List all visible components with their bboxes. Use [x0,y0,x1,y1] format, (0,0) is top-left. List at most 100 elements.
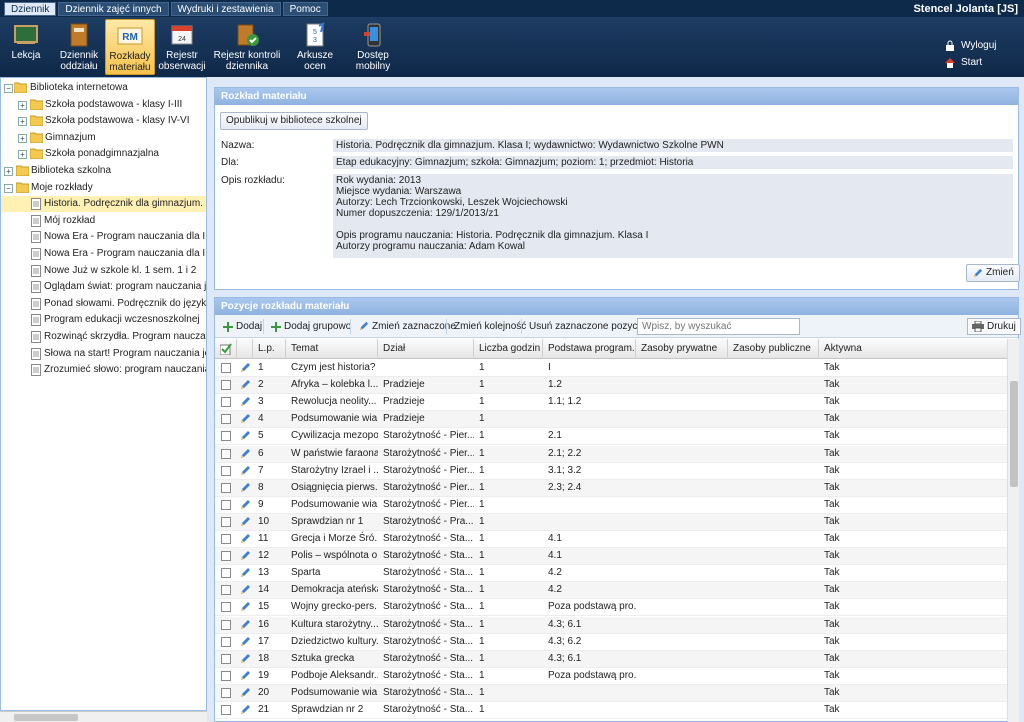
row-checkbox[interactable] [221,619,231,630]
menu-tab-dziennik-zajec-innych[interactable]: Dziennik zajęć innych [58,2,169,16]
expand-toggle[interactable]: − [4,183,13,193]
toolbar-lekcja-button[interactable]: Lekcja [4,19,48,75]
row-checkbox[interactable] [221,516,231,527]
row-checkbox[interactable] [221,670,231,681]
table-row[interactable]: 18 Sztuka grecka Starożytność - Sta... 1 4.3… [215,650,1007,668]
column-header-zasoby-publiczne[interactable]: Zasoby publiczne [728,339,819,359]
add-group-button[interactable]: Dodaj grupowo [266,318,356,335]
scrollbar-thumb[interactable] [1010,381,1018,487]
table-row[interactable]: 15 Wojny grecko-pers... Starożytność - Sta… [215,599,1007,617]
table-row[interactable]: 10 Sprawdzian nr 1 Starożytność - Pra... 1 T… [215,513,1007,531]
tree-doc-item[interactable]: Mój rozkład [1,213,206,229]
table-row[interactable]: 4 Podsumowanie wia... Pradzieje 1 Tak [215,411,1007,429]
edit-selected-button[interactable]: Zmień zaznaczone [353,318,461,335]
table-row[interactable]: 14 Demokracja ateńska Starożytność - Sta..… [215,582,1007,600]
menu-tab-dziennik[interactable]: Dziennik [4,2,57,16]
row-checkbox[interactable] [221,602,231,613]
edit-row-icon[interactable] [239,533,251,545]
column-header-liczba-godzin[interactable]: Liczba godzin [474,339,543,359]
edit-row-icon[interactable] [239,362,251,374]
row-checkbox[interactable] [221,687,231,698]
column-header-temat[interactable]: Temat [286,339,378,359]
grid-vertical-scrollbar[interactable] [1007,339,1019,722]
table-row[interactable]: 19 Podboje Aleksandr... Starożytność - Sta… [215,668,1007,685]
expand-toggle[interactable]: + [4,167,13,176]
tree-doc-item[interactable]: Oglądam świat: program nauczania języka [1,279,206,295]
table-row[interactable]: 12 Polis – wspólnota o... Starożytność - S… [215,548,1007,566]
column-header-zasoby-prywatne[interactable]: Zasoby prywatne [636,339,728,359]
row-checkbox[interactable] [221,363,231,373]
row-checkbox[interactable] [221,431,231,442]
tree-horizontal-scrollbar[interactable] [0,711,207,722]
row-checkbox[interactable] [221,414,231,425]
tree-doc-item[interactable]: Nowa Era - Program nauczania dla I etapu [1,229,206,245]
tree-doc-item[interactable]: Program edukacji wczesnoszkolnej [1,312,206,328]
tree-folder-item[interactable]: + Biblioteka szkolna [1,163,206,179]
toolbar-dziennik-oddzialu-button[interactable]: Dziennik oddziału [56,19,102,75]
tree-folder-item[interactable]: + Szkoła ponadgimnazjalna [1,146,206,162]
search-input[interactable] [637,318,800,335]
row-checkbox[interactable] [221,397,231,408]
edit-row-icon[interactable] [239,448,251,460]
expand-toggle[interactable]: + [18,117,27,127]
edit-row-icon[interactable] [239,550,251,562]
expand-toggle[interactable]: − [4,84,13,93]
panel-splitter[interactable] [207,77,213,711]
table-row[interactable]: 17 Dziedzictwo kultury... Starożytność - S… [215,634,1007,651]
toolbar-rozklady-button[interactable]: RM Rozkłady materiału [105,19,155,75]
table-row[interactable]: 16 Kultura starożytny... Starożytność - St… [215,616,1007,634]
edit-row-icon[interactable] [239,482,251,494]
edit-row-icon[interactable] [239,704,251,716]
tree-doc-item[interactable]: Historia. Podręcznik dla gimnazjum. Klas… [1,196,206,213]
edit-row-icon[interactable] [239,687,251,699]
column-header-podstawa[interactable]: Podstawa program... [543,339,636,359]
edit-row-icon[interactable] [239,516,251,528]
row-checkbox[interactable] [221,380,231,391]
column-header-lp[interactable]: L.p. [253,339,286,359]
edit-row-icon[interactable] [239,567,251,579]
edit-row-icon[interactable] [239,670,251,682]
row-checkbox[interactable] [221,448,231,459]
edit-row-icon[interactable] [239,653,251,665]
row-checkbox[interactable] [221,568,231,579]
delete-selected-button[interactable]: Usuń zaznaczone pozycje [524,318,650,335]
expand-toggle[interactable]: + [18,100,27,110]
tree-doc-item[interactable]: Rozwinąć skrzydła. Program nauczania jęz… [1,329,206,345]
table-row[interactable]: 2 Afryka – kolebka l... Pradzieje 1 1.2 Tak [215,377,1007,395]
row-checkbox[interactable] [221,653,231,664]
tree-folder-item[interactable]: − Moje rozkłady [1,180,206,196]
tree-doc-item[interactable]: Ponad słowami. Podręcznik do języka pols… [1,296,206,312]
edit-row-icon[interactable] [239,619,251,631]
reorder-button[interactable]: Zmień kolejność [449,318,531,335]
scrollbar-thumb[interactable] [14,714,78,721]
table-row[interactable]: 7 Starożytny Izrael i ... Starożytność - P… [215,463,1007,480]
table-row[interactable]: 1 Czym jest historia? 1 I Tak [215,360,1007,377]
table-row[interactable]: 21 Sprawdzian nr 2 Starożytność - Sta... 1 T… [215,702,1007,719]
row-checkbox[interactable] [221,705,231,715]
row-checkbox[interactable] [221,482,231,493]
edit-row-icon[interactable] [239,601,251,613]
edit-row-icon[interactable] [239,396,251,408]
tree-doc-item[interactable]: Nowa Era - Program nauczania dla I etapu [1,246,206,262]
edit-row-icon[interactable] [239,430,251,442]
table-row[interactable]: 9 Podsumowanie wia... Starożytność - Pier.… [215,497,1007,514]
table-row[interactable]: 6 W państwie faraona Starożytność - Pier..… [215,445,1007,463]
add-button[interactable]: Dodaj [218,318,267,335]
tree-folder-item[interactable]: − Biblioteka internetowa [1,80,206,96]
edit-row-icon[interactable] [239,636,251,648]
column-header-dzial[interactable]: Dział [378,339,474,359]
tree-doc-item[interactable]: Zrozumieć słowo: program nauczania język… [1,362,206,378]
start-link[interactable]: Start [944,54,996,71]
publish-button[interactable]: Opublikuj w bibliotece szkolnej [220,112,368,130]
row-checkbox[interactable] [221,534,231,544]
tree-folder-item[interactable]: + Szkoła podstawowa - klasy IV-VI [1,113,206,129]
row-checkbox[interactable] [221,585,231,596]
table-row[interactable]: 5 Cywilizacja mezopo... Starożytność - Pie… [215,428,1007,446]
table-row[interactable]: 13 Sparta Starożytność - Sta... 1 4.2 Tak [215,565,1007,583]
column-header-aktywna[interactable]: Aktywna [819,339,1007,359]
edit-row-icon[interactable] [239,379,251,391]
edit-row-icon[interactable] [239,584,251,596]
table-row[interactable]: 3 Rewolucja neolity... Pradzieje 1 1.1; 1.2 T… [215,394,1007,412]
row-checkbox[interactable] [221,636,231,647]
toolbar-dostep-mobilny-button[interactable]: Dostęp mobilny [348,19,398,75]
